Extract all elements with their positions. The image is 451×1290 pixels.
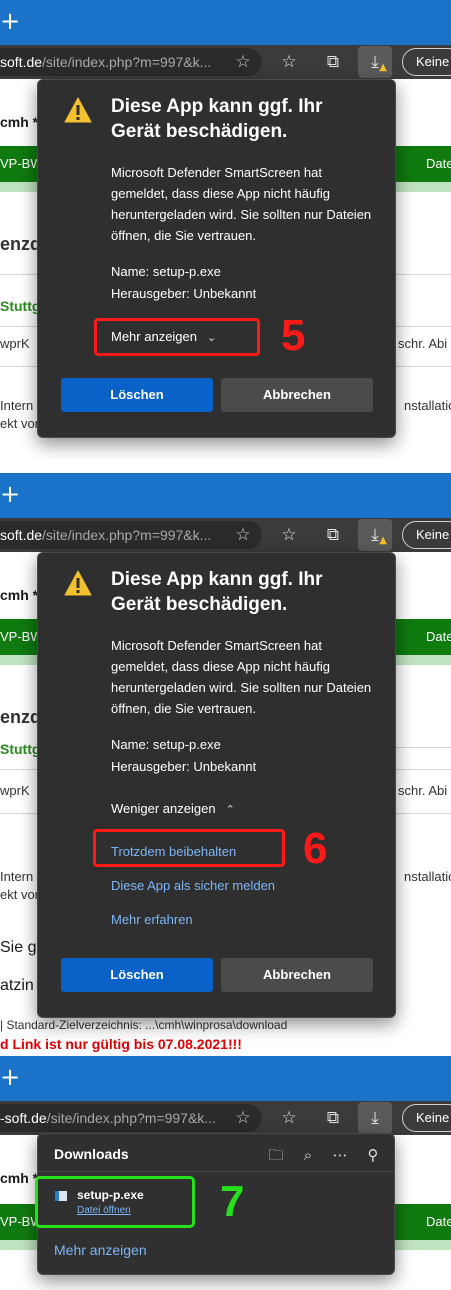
address-bar[interactable]: -soft.de/site/index.php?m=997&k... ☆ <box>0 1104 262 1132</box>
site-text: cmh * <box>0 1170 39 1186</box>
search-icon[interactable]: ⌕ <box>296 1143 320 1167</box>
file-name: Name: setup-p.exe <box>111 264 221 279</box>
profile-button[interactable]: Keine S <box>402 521 451 549</box>
favorite-add-icon[interactable]: ☆ <box>232 1107 254 1129</box>
annotation-step-7: 7 <box>220 1177 245 1226</box>
site-text: nstallatio <box>404 869 451 884</box>
annotation-highlight-step-7 <box>35 1176 195 1228</box>
plus-icon[interactable]: + <box>0 8 20 34</box>
flyout-divider <box>38 1171 394 1172</box>
site-notice: d Link ist nur gültig bis 07.08.2021!!! <box>0 1036 242 1052</box>
url-path: /site/index.php?m=997&k... <box>42 54 212 70</box>
download-icon[interactable]: ⤓ ▲ <box>358 46 392 78</box>
url-domain: soft.de <box>0 54 43 70</box>
dialog-message: Microsoft Defender SmartScreen hat gemel… <box>111 165 372 243</box>
site-text: Sie g <box>0 939 37 956</box>
cancel-button[interactable]: Abbrechen <box>221 378 373 412</box>
annotation-highlight-step-5 <box>94 318 260 356</box>
plus-icon[interactable]: + <box>0 1064 20 1090</box>
annotation-step-6: 6 <box>303 824 328 873</box>
dialog-message: Microsoft Defender SmartScreen hat gemel… <box>111 638 372 716</box>
favorites-icon[interactable]: ☆ <box>272 46 306 78</box>
downloads-title: Downloads <box>54 1146 129 1162</box>
tab-strip: + <box>0 473 451 518</box>
site-location[interactable]: Stuttg <box>0 741 40 757</box>
collections-icon[interactable]: ⧉ <box>316 46 350 78</box>
profile-button[interactable]: Keine S <box>402 48 451 76</box>
delete-button[interactable]: Löschen <box>61 958 213 992</box>
more-icon[interactable]: ⋯ <box>328 1143 352 1167</box>
plus-icon[interactable]: + <box>0 481 20 507</box>
download-icon[interactable]: ⤓ ▲ <box>358 519 392 551</box>
screenshot-panel-2: + soft.de/site/index.php?m=997&k... ☆ ☆ … <box>0 473 451 1053</box>
site-text: Intern <box>0 869 34 884</box>
site-location[interactable]: Stuttg <box>0 298 40 314</box>
dialog-actions: Löschen Abbrechen <box>61 958 373 992</box>
site-text: ekt vor <box>0 887 40 902</box>
url-domain: soft.de <box>0 527 43 543</box>
browser-toolbar: soft.de/site/index.php?m=997&k... ☆ ☆ ⧉ … <box>0 45 451 79</box>
chevron-up-icon: ⌃ <box>225 803 235 816</box>
site-green-right: Date <box>426 1214 451 1229</box>
warning-icon <box>64 570 92 596</box>
favorites-icon[interactable]: ☆ <box>272 1102 306 1134</box>
dialog-title: Diese App kann ggf. Ihr Gerät beschädige… <box>111 96 323 142</box>
favorite-add-icon[interactable]: ☆ <box>232 524 254 546</box>
dialog-actions: Löschen Abbrechen <box>61 378 373 412</box>
url-path: /site/index.php?m=997&k... <box>42 527 212 543</box>
cancel-button[interactable]: Abbrechen <box>221 958 373 992</box>
address-bar[interactable]: soft.de/site/index.php?m=997&k... ☆ <box>0 48 262 76</box>
delete-button[interactable]: Löschen <box>61 378 213 412</box>
site-text: ekt vor <box>0 416 40 431</box>
site-text: atzin <box>0 977 34 994</box>
folder-icon[interactable]: 🗀 <box>264 1143 288 1167</box>
warning-icon: ▲ <box>379 62 387 73</box>
tab-strip: + <box>0 1056 451 1101</box>
site-download-dir: | Standard-Zielverzeichnis: ...\cmh\winp… <box>0 1018 288 1032</box>
browser-toolbar: soft.de/site/index.php?m=997&k... ☆ ☆ ⧉ … <box>0 518 451 552</box>
site-green-right: Date <box>426 629 451 644</box>
site-row-left: wprK <box>0 336 30 351</box>
url-path: /site/index.php?m=997&k... <box>46 1110 216 1126</box>
file-publisher: Herausgeber: Unbekannt <box>111 286 257 301</box>
collections-icon[interactable]: ⧉ <box>316 1102 350 1134</box>
smartscreen-warning-dialog: Diese App kann ggf. Ihr Gerät beschädige… <box>37 552 396 1018</box>
file-name: Name: setup-p.exe <box>111 737 221 752</box>
annotation-highlight-step-6 <box>93 829 285 867</box>
report-safe-link[interactable]: Diese App als sicher melden <box>111 878 275 893</box>
profile-button[interactable]: Keine <box>402 1104 451 1132</box>
site-heading: enzd <box>0 707 42 727</box>
favorite-add-icon[interactable]: ☆ <box>232 51 254 73</box>
screenshot-panel-3: + -soft.de/site/index.php?m=997&k... ☆ ☆… <box>0 1056 451 1290</box>
show-less-toggle[interactable]: Weniger anzeigen ⌃ <box>111 801 235 816</box>
url-domain: -soft.de <box>0 1110 47 1126</box>
favorites-icon[interactable]: ☆ <box>272 519 306 551</box>
warning-icon <box>64 97 92 123</box>
site-row-left: wprK <box>0 783 30 798</box>
site-text: Intern <box>0 398 34 413</box>
learn-more-link[interactable]: Mehr erfahren <box>111 912 193 927</box>
browser-toolbar: -soft.de/site/index.php?m=997&k... ☆ ☆ ⧉… <box>0 1101 451 1135</box>
site-text: nstallatio <box>404 398 451 413</box>
site-row-right: schr. Abi <box>398 783 448 798</box>
screenshot-panel-1: + soft.de/site/index.php?m=997&k... ☆ ☆ … <box>0 0 451 470</box>
site-heading: enzd <box>0 234 42 254</box>
address-bar[interactable]: soft.de/site/index.php?m=997&k... ☆ <box>0 521 262 549</box>
site-row-right: schr. Abi <box>398 336 448 351</box>
dialog-title: Diese App kann ggf. Ihr Gerät beschädige… <box>111 569 323 615</box>
downloads-show-more-link[interactable]: Mehr anzeigen <box>54 1242 147 1258</box>
pin-icon[interactable]: ⚲ <box>361 1143 385 1167</box>
smartscreen-warning-dialog: Diese App kann ggf. Ihr Gerät beschädige… <box>37 79 396 438</box>
site-green-right: Date <box>426 156 451 171</box>
collections-icon[interactable]: ⧉ <box>316 519 350 551</box>
show-less-label: Weniger anzeigen <box>111 801 216 816</box>
tab-strip: + <box>0 0 451 45</box>
annotation-step-5: 5 <box>281 311 306 360</box>
warning-icon: ▲ <box>379 535 387 546</box>
file-publisher: Herausgeber: Unbekannt <box>111 759 257 774</box>
download-icon[interactable]: ⤓ <box>358 1102 392 1134</box>
